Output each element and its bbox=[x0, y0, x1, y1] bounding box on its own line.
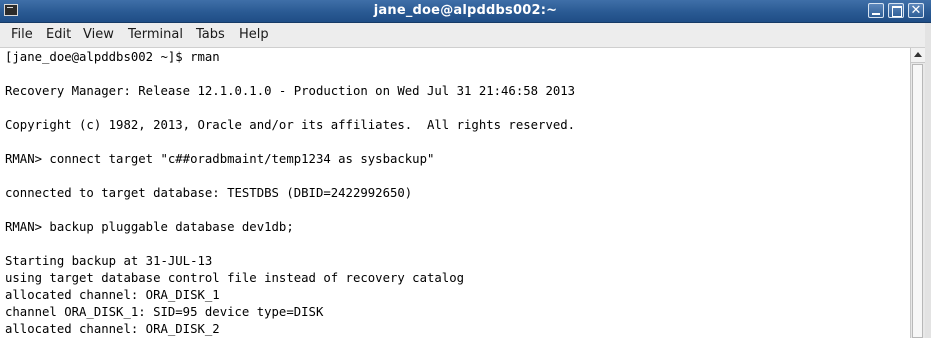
terminal-line: Starting backup at 31-JUL-13 bbox=[5, 254, 213, 268]
terminal-line: [jane_doe@alpddbs002 ~]$ rman bbox=[5, 50, 220, 64]
terminal-output[interactable]: [jane_doe@alpddbs002 ~]$ rman Recovery M… bbox=[0, 48, 910, 338]
terminal-line: channel ORA_DISK_1: SID=95 device type=D… bbox=[5, 305, 324, 319]
terminal-line: Copyright (c) 1982, 2013, Oracle and/or … bbox=[5, 118, 576, 132]
menu-edit[interactable]: Edit bbox=[46, 27, 71, 42]
scroll-up-arrow-icon[interactable] bbox=[911, 48, 925, 63]
title-bar[interactable]: jane_doe@alpddbs002:~ ✕ bbox=[0, 0, 931, 23]
menu-help[interactable]: Help bbox=[239, 27, 269, 42]
close-icon: ✕ bbox=[910, 3, 922, 18]
vertical-scrollbar[interactable] bbox=[910, 48, 925, 338]
menu-tabs[interactable]: Tabs bbox=[196, 27, 225, 42]
terminal-line: allocated channel: ORA_DISK_2 bbox=[5, 322, 220, 336]
terminal-line: Recovery Manager: Release 12.1.0.1.0 - P… bbox=[5, 84, 576, 98]
menu-terminal[interactable]: Terminal bbox=[128, 27, 183, 42]
window-border bbox=[925, 23, 931, 338]
terminal-line: RMAN> connect target "c##oradbmaint/temp… bbox=[5, 152, 435, 166]
scroll-thumb[interactable] bbox=[912, 64, 923, 338]
terminal-window: jane_doe@alpddbs002:~ ✕ File Edit View T… bbox=[0, 0, 931, 338]
menu-file[interactable]: File bbox=[11, 27, 33, 42]
terminal-line: RMAN> backup pluggable database dev1db; bbox=[5, 220, 294, 234]
menu-bar: File Edit View Terminal Tabs Help bbox=[0, 23, 931, 48]
close-button[interactable]: ✕ bbox=[908, 3, 924, 18]
terminal-line: using target database control file inste… bbox=[5, 271, 465, 285]
terminal-line: allocated channel: ORA_DISK_1 bbox=[5, 288, 220, 302]
minimize-button[interactable] bbox=[868, 3, 884, 18]
menu-view[interactable]: View bbox=[83, 27, 114, 42]
window-title: jane_doe@alpddbs002:~ bbox=[373, 3, 558, 18]
terminal-line: connected to target database: TESTDBS (D… bbox=[5, 186, 413, 200]
maximize-button[interactable] bbox=[888, 3, 904, 18]
